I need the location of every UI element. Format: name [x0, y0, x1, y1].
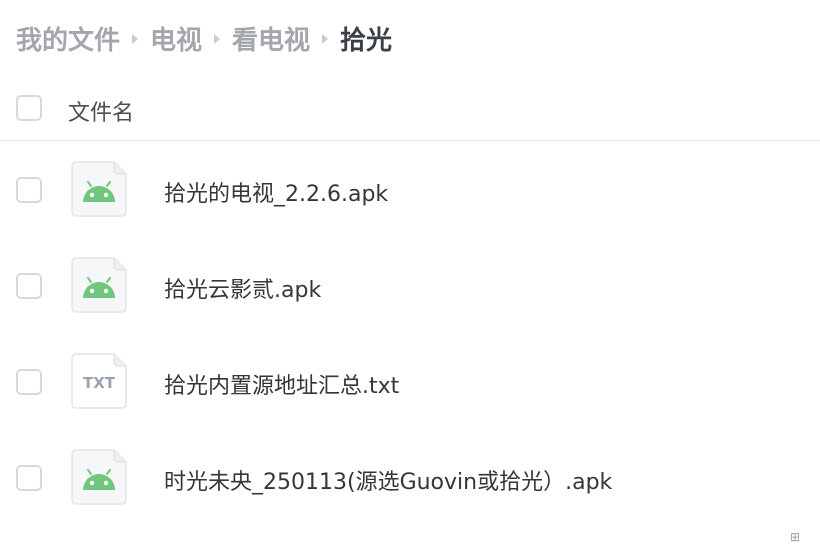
grid-view-icon[interactable]: ⊞: [790, 531, 800, 543]
list-header: 文件名: [0, 80, 820, 141]
breadcrumb: 我的文件 电视 看电视 拾光: [16, 18, 392, 58]
select-all-checkbox[interactable]: [16, 95, 42, 121]
file-name[interactable]: 拾光的电视_2.2.6.apk: [164, 176, 388, 208]
breadcrumb-item-my-files[interactable]: 我的文件: [16, 20, 120, 57]
file-name[interactable]: 时光未央_250113(源选Guovin或拾光）.apk: [164, 464, 612, 496]
breadcrumb-current: 拾光: [340, 25, 393, 56]
chevron-right-icon: [214, 34, 221, 44]
file-checkbox[interactable]: [16, 465, 42, 491]
android-icon: [71, 161, 127, 217]
file-row[interactable]: 拾光云影贰.apk: [0, 238, 820, 334]
file-name[interactable]: 拾光内置源地址汇总.txt: [164, 368, 399, 400]
chevron-right-icon: [322, 34, 329, 44]
column-header-filename[interactable]: 文件名: [68, 95, 134, 127]
file-row[interactable]: 时光未央_250113(源选Guovin或拾光）.apk: [0, 430, 820, 526]
file-checkbox[interactable]: [16, 369, 42, 395]
txt-label: TXT: [83, 374, 116, 392]
android-icon: [71, 449, 127, 505]
file-checkbox[interactable]: [16, 273, 42, 299]
android-icon: [71, 257, 127, 313]
file-row[interactable]: 拾光的电视_2.2.6.apk: [0, 142, 820, 238]
breadcrumb-item-tv[interactable]: 电视: [150, 20, 202, 57]
txt-file-icon: TXT: [71, 353, 127, 409]
file-row[interactable]: TXT 拾光内置源地址汇总.txt: [0, 334, 820, 430]
file-checkbox[interactable]: [16, 177, 42, 203]
file-name[interactable]: 拾光云影贰.apk: [164, 272, 321, 304]
breadcrumb-item-watch-tv[interactable]: 看电视: [232, 20, 310, 57]
chevron-right-icon: [132, 34, 139, 44]
